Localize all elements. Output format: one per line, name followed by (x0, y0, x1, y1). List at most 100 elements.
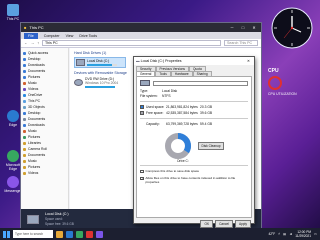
dvd-drive-icon (74, 79, 83, 86)
hard-drive-icon (76, 59, 85, 66)
nav-item-label: Pictures (28, 165, 41, 169)
desktop-icon-label: This PC (6, 17, 20, 21)
clock-widget (271, 7, 313, 49)
tab-view[interactable]: View (66, 34, 74, 38)
index-label: Allow files on this drive to have conten… (145, 176, 236, 184)
nav-item-label: Pictures (28, 75, 41, 79)
general-tab-panel: Type: Local Disk File system: NTFS Used sp… (136, 76, 252, 218)
drive-usage-fill (87, 64, 112, 66)
notification-icon[interactable]: ▭ (314, 232, 317, 236)
forward-icon[interactable]: → (31, 41, 35, 45)
nav-item-label: Documents (28, 69, 46, 73)
disk-cleanup-button[interactable]: Disk Cleanup (197, 142, 225, 150)
nav-item-label: Desktop (28, 57, 41, 61)
folder-icon (23, 63, 26, 67)
checkbox-box-checked[interactable] (140, 176, 144, 180)
network-icon[interactable]: ▤ (283, 232, 286, 236)
used-space-swatch (140, 105, 144, 109)
taskbar-app-icon[interactable] (66, 230, 73, 238)
back-icon[interactable]: ← (24, 41, 28, 45)
nav-item-label: Downloads (28, 63, 45, 67)
compress-label: Compress this drive to save disk space (145, 169, 200, 173)
used-space-bytes: 21,863,981,824 bytes (166, 105, 198, 109)
free-space-row: Free space: 42,535,387,584 bytes 39.6 GB (140, 110, 248, 116)
nav-item-label: 3D Objects (28, 105, 45, 109)
folder-icon (23, 147, 26, 151)
nav-item-label: Videos (28, 171, 39, 175)
free-space-swatch (140, 111, 144, 115)
address-bar: ← → ↑ This PC Search This PC (21, 39, 261, 48)
checkbox-box[interactable] (140, 169, 144, 173)
section-header-hard-drives[interactable]: Hard Disk Drives (1) (74, 51, 257, 55)
volume-label-input[interactable] (153, 80, 248, 86)
address-input[interactable]: This PC (41, 40, 221, 46)
cancel-button[interactable]: Cancel (215, 220, 234, 228)
desktop-icon-this-pc[interactable]: This PC (2, 4, 24, 21)
drive-sub: Windows 10 Pro 2004 (85, 81, 119, 85)
folder-icon: ■ (24, 25, 27, 30)
folder-icon (23, 93, 26, 97)
drive-c[interactable]: Local Disk (C:) (74, 57, 126, 68)
taskbar-search-input[interactable]: Type here to search (13, 230, 53, 238)
index-checkbox[interactable]: Allow files on this drive to have conten… (140, 176, 248, 184)
nav-item-label: This PC (28, 99, 41, 103)
tray-date: 11/29/2021 (295, 234, 311, 238)
file-system-label: File system: (140, 94, 158, 98)
used-space-gb: 20.3 GB (200, 105, 213, 109)
weather-text[interactable]: 42°F (268, 232, 275, 236)
folder-icon (23, 105, 26, 109)
clock-tray[interactable]: 12:00 PM 11/29/2021 (295, 230, 311, 238)
search-input[interactable]: Search This PC (224, 40, 258, 46)
edge-icon (7, 110, 19, 122)
folder-icon (23, 159, 26, 163)
up-icon[interactable]: ↑ (37, 41, 39, 45)
file-system-value: NTFS (162, 94, 171, 98)
capacity-label: Capacity: (146, 122, 160, 126)
disk-usage-donut (164, 133, 191, 159)
system-tray: 42°F ˄ ▤ ◄ 12:00 PM 11/29/2021 ▭ (268, 230, 317, 238)
compress-checkbox[interactable]: Compress this drive to save disk space (140, 169, 248, 173)
drive-usage-bar (87, 64, 117, 66)
taskbar-app-icon[interactable] (86, 230, 93, 238)
nav-item[interactable]: Videos (23, 170, 66, 176)
tab-drive-tools[interactable]: Drive Tools (79, 34, 97, 38)
free-space-label: Free space: (146, 111, 164, 115)
hard-drive-icon (27, 214, 39, 224)
status-free-label: Space free: (45, 221, 62, 226)
capacity-gb: 59.4 GB (200, 122, 213, 126)
nav-item-label: Downloads (28, 123, 45, 127)
volume-icon[interactable]: ◄ (289, 232, 292, 236)
drive-name: Local Disk (C:) (87, 59, 110, 63)
cpu-ring (268, 76, 282, 90)
minimize-button[interactable]: ─ (228, 25, 236, 30)
desktop-icon-label: Edge (8, 123, 18, 127)
window-title: This PC (29, 25, 44, 30)
maximize-button[interactable]: □ (239, 25, 247, 30)
taskbar-app-icon[interactable] (96, 230, 103, 238)
used-space-label: Used space: (146, 105, 165, 109)
nav-item-label: Documents (28, 153, 46, 157)
taskbar-app-icon[interactable] (76, 230, 83, 238)
tab-computer[interactable]: Computer (44, 34, 60, 38)
windows-start-icon[interactable] (3, 230, 10, 238)
pinned-apps (56, 230, 103, 238)
nav-item-label: Documents (28, 117, 46, 121)
ok-button[interactable]: OK (200, 220, 214, 228)
taskbar-app-icon[interactable] (56, 230, 63, 238)
folder-icon (23, 153, 26, 157)
folder-icon (23, 51, 26, 55)
cpu-sub-label: CPU UTILIZATION (268, 92, 297, 96)
folder-icon (23, 69, 26, 73)
edge-icon (7, 150, 19, 162)
chevron-up-icon[interactable]: ˄ (278, 232, 280, 236)
folder-icon (23, 99, 26, 103)
status-used-label: Space used: (45, 216, 63, 221)
folder-icon (23, 141, 26, 145)
close-button[interactable]: ✕ (250, 25, 258, 30)
apply-button[interactable]: Apply (235, 220, 251, 228)
free-space-bytes: 42,535,387,584 bytes (166, 111, 198, 115)
tab-file[interactable]: File (24, 32, 38, 39)
capacity-row: Capacity: 63,799,369,728 bytes 59.4 GB (140, 121, 248, 127)
folder-icon (23, 171, 26, 175)
dialog-close-button[interactable]: ✕ (245, 59, 252, 63)
